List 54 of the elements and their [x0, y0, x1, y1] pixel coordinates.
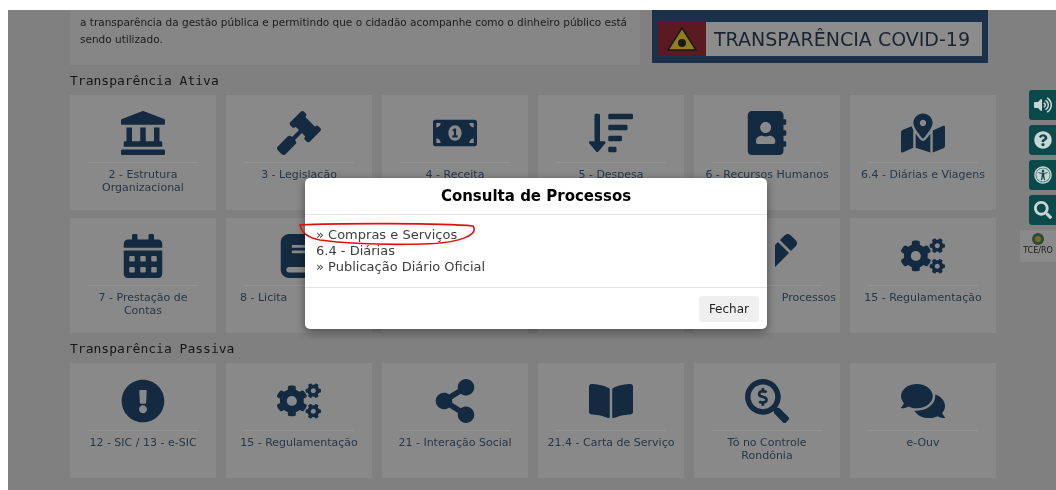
menu-tile[interactable]: 6.4 - Diárias e Viagens: [850, 95, 996, 210]
tile-label: 6 - Recursos Humanos: [704, 168, 830, 181]
menu-tile[interactable]: e-Ouv: [850, 363, 996, 478]
warning-triangle-icon: [667, 27, 697, 51]
logo-badge[interactable]: TCE/RO: [1020, 230, 1056, 262]
logo-text: TCE/RO: [1023, 246, 1053, 256]
speaker-icon: [1034, 96, 1052, 114]
side-toolbar-button[interactable]: [1029, 90, 1056, 120]
section-heading: Transparência Passiva: [70, 341, 236, 357]
calendar-icon: [121, 234, 165, 278]
contact-book-icon: [745, 111, 789, 155]
covid-banner[interactable]: TRANSPARÊNCIA COVID-19: [652, 10, 988, 63]
share-icon: [433, 379, 477, 423]
gavel-icon: [277, 111, 321, 155]
menu-tile[interactable]: 21.4 - Carta de Serviço: [538, 363, 684, 478]
tile-label: 8 - Licita: [239, 291, 288, 304]
side-toolbar-button[interactable]: [1029, 160, 1056, 190]
menu-tile[interactable]: 15 - Regulamentação: [850, 218, 996, 333]
book-icon: [278, 234, 306, 278]
tile-label: 21 - Interação Social: [397, 436, 513, 449]
search-icon: [1034, 201, 1052, 219]
emblem-icon: [1031, 232, 1045, 246]
tile-label: 15 - Regulamentação: [863, 291, 983, 304]
menu-tile[interactable]: 7 - Prestação de Contas: [70, 218, 216, 333]
tile-label: 7 - Prestação de Contas: [97, 291, 189, 317]
help-icon: [1034, 131, 1052, 149]
menu-tile[interactable]: 15 - Regulamentação: [226, 363, 372, 478]
menu-tile[interactable]: 12 - SIC / 13 - e-SIC: [70, 363, 216, 478]
tile-label: 12 - SIC / 13 - e-SIC: [88, 436, 198, 449]
magnifier-dollar-icon: [745, 379, 789, 423]
close-button[interactable]: Fechar: [698, 295, 759, 322]
accessibility-icon: [1034, 166, 1052, 184]
menu-tile[interactable]: 21 - Interação Social: [382, 363, 528, 478]
tile-label: 3 - Legislação: [260, 168, 338, 181]
sort-icon: [589, 111, 633, 155]
building-icon: [121, 111, 165, 155]
intro-text: a transparência da gestão pública e permitindo que o cidadão acompanhe como o dinheiro público está sendo utilizado.: [80, 15, 629, 47]
tile-label: 21.4 - Carta de Serviço: [546, 436, 676, 449]
exclamation-icon: [121, 379, 165, 423]
tile-label: 2 - Estrutura Organizacional: [101, 168, 185, 194]
side-toolbar-button[interactable]: [1029, 125, 1056, 155]
menu-tile[interactable]: Tô no Controle Rondônia: [694, 363, 840, 478]
menu-tile[interactable]: 2 - Estrutura Organizacional: [70, 95, 216, 210]
section-heading: Transparência Ativa: [70, 73, 220, 89]
banner-title: TRANSPARÊNCIA COVID-19: [714, 29, 971, 49]
map-pin-icon: [901, 111, 945, 155]
tile-label: 15 - Regulamentação: [239, 436, 359, 449]
tile-label: 4 - Receita: [424, 168, 486, 181]
tile-label: Tô no Controle Rondônia: [726, 436, 808, 462]
side-toolbar-button[interactable]: [1029, 195, 1056, 225]
tile-label: 5 - Despesa: [577, 168, 645, 181]
tile-label: e-Ouv: [905, 436, 941, 449]
tile-label: Processos: [781, 291, 837, 304]
tile-label: 6.4 - Diárias e Viagens: [859, 168, 987, 181]
